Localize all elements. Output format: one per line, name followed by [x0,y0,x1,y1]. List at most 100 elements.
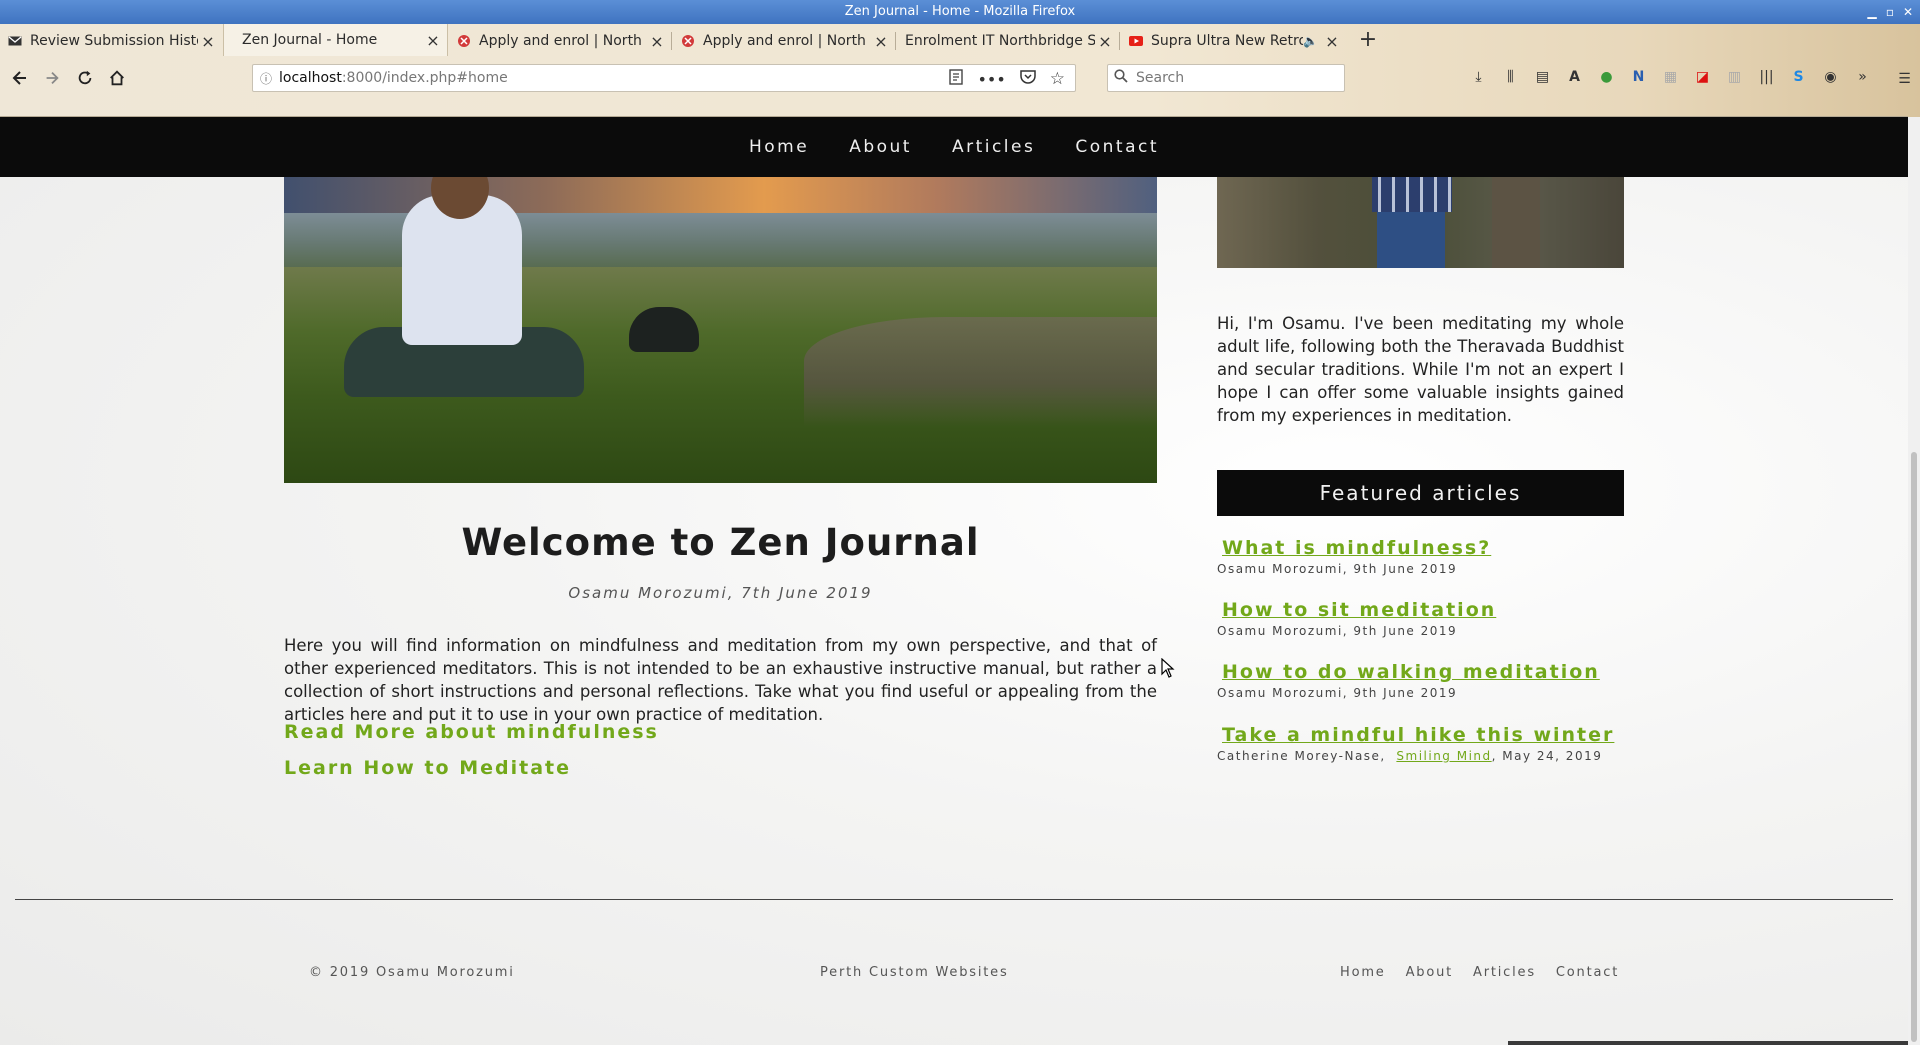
reader-view-icon[interactable] [949,69,964,89]
featured-article-title[interactable]: How to sit meditation [1217,599,1637,621]
featured-article-meta: Osamu Morozumi, 9th June 2019 [1217,562,1458,576]
pdf-extension-icon[interactable]: ◪ [1692,66,1713,87]
tab-title: Apply and enrol | North Metropolitan TAF… [479,33,647,49]
minimize-icon[interactable]: ▁ [1866,0,1878,24]
tafe-icon [457,34,471,48]
tab-supra-ultra[interactable]: Supra Ultra New Retro 🔈 × [1121,26,1346,56]
site-nav-about[interactable]: About [849,137,912,157]
featured-article-title[interactable]: What is mindfulness? [1217,537,1637,559]
downloads-icon[interactable]: ⤓ [1468,66,1489,87]
tab-apply-enrol-1[interactable]: Apply and enrol | North Metropolitan TAF… [449,26,671,56]
footer-nav-contact[interactable]: Contact [1556,965,1619,980]
tab-title: Enrolment IT Northbridge Semester [905,33,1095,49]
tab-title: Review Submission History [30,33,198,49]
window-controls: ▁ ▫ ✕ [1866,0,1914,24]
close-tab-icon[interactable]: × [871,32,891,51]
close-tab-icon[interactable]: × [198,32,218,51]
new-tab-button[interactable]: + [1355,26,1381,56]
grey-extension-icon[interactable]: ▥ [1724,66,1745,87]
back-button[interactable] [8,66,32,90]
address-bar[interactable]: ⓘ localhost:8000/index.php#home ••• ☆ [252,64,1076,92]
nav-toolbar: ⓘ localhost:8000/index.php#home ••• ☆ Se… [0,56,1920,100]
tab-separator [1119,32,1120,50]
puzzle-extension-icon[interactable]: ▦ [1660,66,1681,87]
menu-hamburger-icon[interactable]: ☰ [1894,68,1915,89]
mouse-cursor-icon [1161,657,1175,682]
post-title: Welcome to Zen Journal [461,521,980,564]
account-icon[interactable]: ◉ [1820,66,1841,87]
footer-nav-home[interactable]: Home [1340,965,1386,980]
forward-button[interactable] [40,66,64,90]
scrollbar-thumb[interactable] [1911,452,1917,1042]
footer-copyright: © 2019 Osamu Morozumi [309,965,515,980]
search-placeholder: Search [1136,70,1185,86]
reload-icon [78,70,92,85]
notes-extension-icon[interactable]: N [1628,66,1649,87]
close-tab-icon[interactable]: × [423,31,443,50]
close-window-icon[interactable]: ✕ [1902,0,1914,24]
post-meta: Osamu Morozumi, 7th June 2019 [568,584,873,602]
footer-divider [15,899,1893,900]
featured-article-source-link[interactable]: Smiling Mind [1396,749,1491,763]
featured-article-author: Catherine Morey-Nase, [1217,749,1386,763]
featured-article: Take a mindful hike this winter Catherin… [1217,724,1637,763]
url-actions: ••• ☆ [949,69,1065,89]
hero-meditation-image [284,177,1157,483]
overflow-chevron-icon[interactable]: » [1852,66,1873,87]
reload-button[interactable] [73,66,97,90]
sidebar-icon[interactable]: ▤ [1532,66,1553,87]
learn-meditate-link[interactable]: Learn How to Meditate [284,757,571,779]
footer-nav-about[interactable]: About [1406,965,1453,980]
forward-arrow-icon [46,71,59,85]
pocket-icon[interactable] [1020,69,1036,89]
bottom-bar [1508,1041,1908,1045]
envelope-icon [8,34,22,48]
chrome-extension-icon[interactable]: ● [1596,66,1617,87]
window-title: Zen Journal - Home - Mozilla Firefox [844,4,1076,19]
close-tab-icon[interactable]: × [1095,32,1115,51]
page-scrollbar[interactable] [1908,117,1920,1045]
tab-title: Apply and enrol | North Metropolitan TAF… [703,33,871,49]
tafe-icon [681,34,695,48]
maximize-icon[interactable]: ▫ [1884,0,1896,24]
toolbar-icons: ⤓ ⫼ ▤ A ● N ▦ ◪ ▥ ||| S ◉ » [1468,66,1873,87]
url-host: localhost [279,70,342,86]
more-actions-icon[interactable]: ••• [977,70,1005,89]
speaker-icon[interactable]: 🔈 [1303,34,1318,48]
site-nav-contact[interactable]: Contact [1075,137,1159,157]
home-button[interactable] [105,66,129,90]
featured-article: How to do walking meditation Osamu Moroz… [1217,661,1637,700]
tab-title: Supra Ultra New Retro [1151,33,1304,49]
featured-article-title[interactable]: Take a mindful hike this winter [1217,724,1637,746]
featured-article: What is mindfulness? Osamu Morozumi, 9th… [1217,537,1637,576]
s-extension-icon[interactable]: S [1788,66,1809,87]
page-viewport: Home About Articles Contact Welcome to Z… [0,117,1908,1045]
youtube-icon [1129,34,1143,48]
tab-apply-enrol-2[interactable]: Apply and enrol | North Metropolitan TAF… [673,26,895,56]
featured-article-title[interactable]: How to do walking meditation [1217,661,1637,683]
footer-nav-articles[interactable]: Articles [1473,965,1536,980]
post-body: Here you will find information on mindfu… [284,636,1157,724]
footer-nav: Home About Articles Contact [1340,965,1619,980]
barcode-extension-icon[interactable]: ||| [1756,66,1777,87]
search-icon [1114,69,1128,87]
author-bio: Hi, I'm Osamu. I've been meditating my w… [1217,314,1624,425]
tab-zen-journal[interactable]: Zen Journal - Home × [223,24,448,56]
close-tab-icon[interactable]: × [647,32,667,51]
tab-enrolment-it[interactable]: Enrolment IT Northbridge Semester × [897,26,1119,56]
read-more-mindfulness-link[interactable]: Read More about mindfulness [284,721,659,743]
featured-article: How to sit meditation Osamu Morozumi, 9t… [1217,599,1637,638]
site-nav-articles[interactable]: Articles [952,137,1035,157]
tab-title: Zen Journal - Home [242,32,378,48]
tab-review-submission[interactable]: Review Submission History × [0,26,222,56]
close-tab-icon[interactable]: × [1322,32,1342,51]
search-bar[interactable]: Search [1107,64,1345,92]
featured-article-meta: Catherine Morey-Nase, Smiling Mind, May … [1217,749,1637,763]
bookmark-star-icon[interactable]: ☆ [1050,69,1065,89]
tab-separator [895,32,896,50]
site-nav-home[interactable]: Home [749,137,809,157]
featured-article-meta: Osamu Morozumi, 9th June 2019 [1217,624,1458,638]
library-icon[interactable]: ⫼ [1500,66,1521,87]
info-icon[interactable]: ⓘ [253,70,279,87]
font-extension-icon[interactable]: A [1564,66,1585,87]
